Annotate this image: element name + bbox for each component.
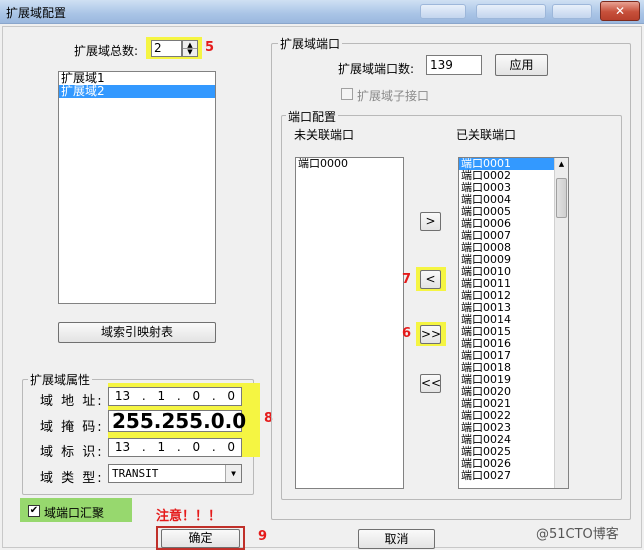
port-config-label: 端口配置	[286, 108, 339, 125]
domain-total-input[interactable]: 2	[151, 40, 182, 57]
aggregate-checkbox[interactable]: ✔	[28, 505, 40, 517]
port-count-input[interactable]: 139	[426, 55, 482, 75]
unassoc-port-list[interactable]: 端口0000	[295, 157, 404, 489]
ip-octet: 13	[114, 440, 131, 454]
ip-octet: 0	[227, 389, 236, 403]
ip-dot: .	[211, 389, 216, 403]
aggregate-label: 域端口汇聚	[44, 506, 105, 520]
ip-octet: 1	[157, 440, 166, 454]
annotation-7: 7	[402, 272, 412, 287]
annotation-9: 9	[258, 529, 268, 544]
annotation-6: 6	[402, 326, 412, 341]
domain-addr-input[interactable]: 13. 1. 0. 0	[108, 387, 242, 406]
domain-total-label: 扩展域总数:	[74, 44, 139, 58]
blurred-title-region	[476, 4, 546, 19]
title-bar: 扩展域配置 ✕	[0, 0, 644, 24]
domain-type-select[interactable]: TRANSIT ▼	[108, 464, 242, 483]
watermark: @51CTO博客	[536, 527, 619, 542]
assoc-label: 已关联端口	[456, 128, 517, 142]
ip-octet: 13	[114, 389, 131, 403]
annotation-5: 5	[205, 40, 215, 55]
ip-dot: .	[211, 440, 216, 454]
domain-attr-group-label: 扩展域属性	[28, 371, 93, 388]
scrollbar-thumb[interactable]	[556, 178, 567, 218]
domain-mask-label: 域 掩 码:	[40, 420, 104, 435]
assoc-port-list[interactable]: 端口0001 端口0002 端口0003 端口0004 端口0005 端口0006 端口00…	[458, 157, 569, 489]
ip-dot: .	[176, 389, 181, 403]
list-item[interactable]: 端口0027	[459, 470, 568, 482]
window-title: 扩展域配置	[6, 6, 67, 20]
domain-id-input[interactable]: 13. 1. 0. 0	[108, 438, 242, 457]
move-all-left-button[interactable]: <<	[420, 374, 441, 393]
scroll-up-icon[interactable]: ▲	[555, 158, 568, 170]
blurred-title-region	[552, 4, 592, 19]
port-count-label: 扩展域端口数:	[338, 62, 415, 76]
close-icon: ✕	[614, 4, 626, 18]
ok-button[interactable]: 确定	[161, 529, 240, 548]
cancel-button[interactable]: 取消	[358, 529, 435, 549]
list-item[interactable]: 扩展域2	[59, 85, 215, 98]
annotation-note: 注意！！！	[156, 509, 222, 524]
ip-dot: .	[176, 440, 181, 454]
domain-addr-label: 域 地 址:	[40, 394, 104, 409]
ip-octet: 1	[157, 389, 166, 403]
apply-button[interactable]: 应用	[495, 54, 548, 76]
move-right-button[interactable]: >	[420, 212, 441, 231]
assoc-list-scrollbar[interactable]: ▲	[554, 158, 568, 488]
ip-dot: .	[141, 440, 146, 454]
close-button[interactable]: ✕	[600, 1, 640, 21]
ip-octet: 0	[192, 389, 201, 403]
subinterface-label: 扩展域子接口	[357, 89, 430, 103]
domain-type-value: TRANSIT	[112, 467, 159, 480]
ip-octet: 0	[227, 440, 236, 454]
index-map-button[interactable]: 域索引映射表	[58, 322, 216, 343]
domain-total-spinner[interactable]: ▲ ▼	[182, 40, 198, 57]
move-left-button[interactable]: <	[420, 270, 441, 289]
blurred-title-region	[420, 4, 466, 19]
checkmark-icon: ✔	[29, 505, 39, 516]
chevron-down-icon[interactable]: ▼	[225, 465, 241, 482]
domain-type-label: 域 类 型:	[40, 471, 104, 486]
subinterface-checkbox[interactable]	[341, 88, 353, 100]
spin-down-icon[interactable]: ▼	[183, 49, 197, 56]
move-all-right-button[interactable]: >>	[420, 325, 441, 344]
domain-list[interactable]: 扩展域1 扩展域2	[58, 71, 216, 304]
port-group-label: 扩展域端口	[278, 35, 343, 52]
domain-mask-input[interactable]: 255.255.0.0	[108, 410, 246, 432]
domain-id-label: 域 标 识:	[40, 445, 104, 460]
list-item[interactable]: 端口0000	[296, 158, 403, 170]
ip-octet: 0	[192, 440, 201, 454]
unassoc-label: 未关联端口	[294, 128, 355, 142]
ip-dot: .	[141, 389, 146, 403]
